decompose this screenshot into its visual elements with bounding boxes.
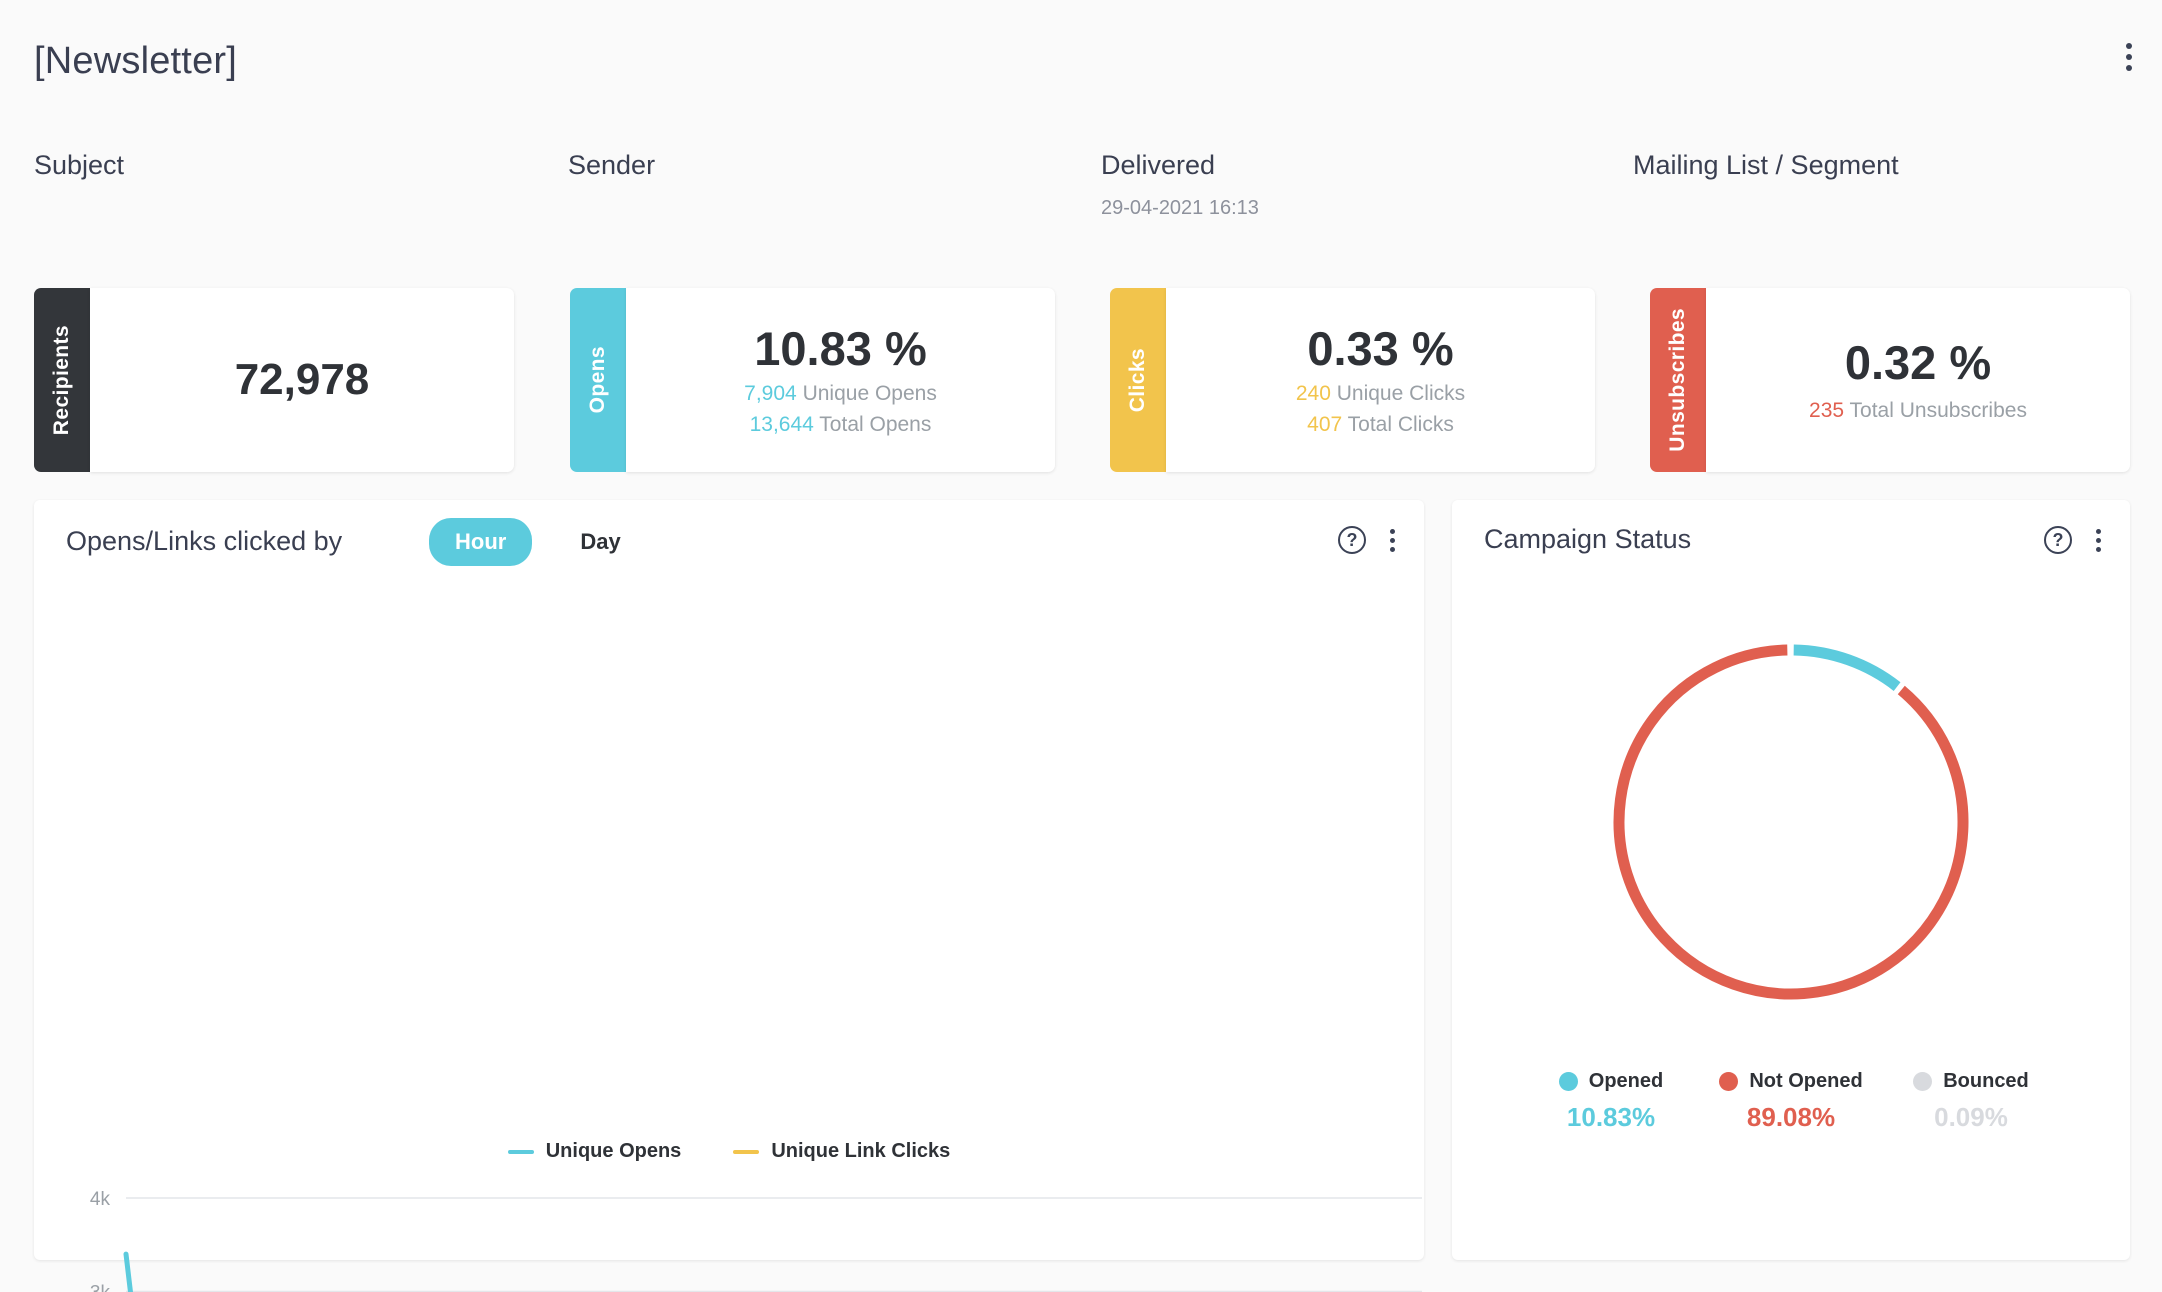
status-dot-opened xyxy=(1558,1072,1578,1091)
kpi-body-clicks: 0.33 % 240 Unique Clicks 407 Total Click… xyxy=(1166,288,1595,472)
chart-panel-header: Opens/Links clicked by Hour Day ? xyxy=(34,500,1424,586)
campaign-report-page: [Newsletter] Subject Sender Delivered 29… xyxy=(0,0,2162,1292)
status-label-bounced: Bounced xyxy=(1943,1070,2029,1092)
legend-swatch-unique-opens xyxy=(507,1149,534,1154)
status-value-bounced: 0.09% xyxy=(1934,1102,2008,1132)
kpi-sub-total-opens: 13,644 Total Opens xyxy=(750,413,932,437)
kpi-sub-unique-clicks-text: Unique Clicks xyxy=(1330,382,1466,406)
chart-panel-title: Opens/Links clicked by xyxy=(66,526,343,556)
kpi-value-recipients: 72,978 xyxy=(234,355,370,405)
page-menu-kebab-icon[interactable] xyxy=(2114,40,2144,74)
kpi-card-unsubscribes: Unsubscribes 0.32 % 235 Total Unsubscrib… xyxy=(1650,288,2130,472)
kpi-body-unsubscribes: 0.32 % 235 Total Unsubscribes xyxy=(1706,288,2130,472)
page-title: [Newsletter] xyxy=(34,40,238,82)
kpi-value-unsubscribes: 0.32 % xyxy=(1844,336,1992,390)
svg-text:3k: 3k xyxy=(90,1283,111,1292)
meta-sender: Sender xyxy=(568,150,655,197)
campaign-status-donut-wrap xyxy=(1452,612,2130,1032)
kpi-tab-clicks: Clicks xyxy=(1110,288,1166,472)
legend-label-unique-link-clicks: Unique Link Clicks xyxy=(771,1140,951,1162)
meta-mailing-list: Mailing List / Segment xyxy=(1633,150,1899,197)
kpi-body-recipients: 72,978 xyxy=(90,288,514,472)
toggle-option-day[interactable]: Day xyxy=(554,518,646,566)
campaign-status-panel: Campaign Status ? Opened 10.83% Not Open… xyxy=(1452,500,2130,1260)
meta-mailing-list-label: Mailing List / Segment xyxy=(1633,150,1899,180)
line-chart-legend: Unique Opens Unique Link Clicks xyxy=(34,1140,1424,1163)
kpi-sub-total-clicks-text: Total Clicks xyxy=(1342,413,1454,437)
status-label-not-opened: Not Opened xyxy=(1749,1070,1863,1092)
meta-sender-label: Sender xyxy=(568,150,656,180)
kpi-body-opens: 10.83 % 7,904 Unique Opens 13,644 Total … xyxy=(626,288,1055,472)
question-mark-circle-icon[interactable]: ? xyxy=(1338,526,1366,554)
kpi-sub-unique-clicks-number: 240 xyxy=(1295,382,1331,406)
kpi-sub-total-opens-text: Total Opens xyxy=(813,413,932,437)
kpi-tab-label-unsubscribes: Unsubscribes xyxy=(1666,308,1689,452)
kpi-tab-opens: Opens xyxy=(570,288,626,472)
opens-clicks-chart-panel: Opens/Links clicked by Hour Day ? Unique… xyxy=(34,500,1424,1292)
chart-panel-kebab-menu-icon[interactable] xyxy=(1382,526,1402,554)
status-legend-item-opened[interactable]: Opened 10.83% xyxy=(1536,1070,1686,1133)
kpi-card-recipients: Recipients 72,978 xyxy=(34,288,514,472)
kpi-tab-label-recipients: Recipients xyxy=(50,324,73,436)
legend-item-unique-link-clicks[interactable]: Unique Link Clicks xyxy=(733,1140,950,1163)
status-legend-item-bounced[interactable]: Bounced 0.09% xyxy=(1896,1070,2046,1133)
kpi-value-clicks: 0.33 % xyxy=(1307,321,1454,375)
kpi-tab-recipients: Recipients xyxy=(34,288,90,472)
question-mark-circle-icon[interactable]: ? xyxy=(2044,526,2072,554)
kpi-card-row: Recipients 72,978 Opens 10.83 % 7,904 Un… xyxy=(0,288,2162,478)
campaign-meta-row: Subject Sender Delivered 29-04-2021 16:1… xyxy=(0,150,2162,230)
kpi-sub-unique-opens-number: 7,904 xyxy=(744,382,797,406)
legend-swatch-unique-link-clicks xyxy=(733,1149,760,1154)
kpi-tab-label-opens: Opens xyxy=(586,346,609,414)
legend-label-unique-opens: Unique Opens xyxy=(545,1140,682,1162)
status-legend-item-not-opened[interactable]: Not Opened 89.08% xyxy=(1716,1070,1866,1133)
status-panel-title: Campaign Status xyxy=(1484,524,1692,554)
kpi-value-opens: 10.83 % xyxy=(754,321,927,375)
meta-delivered-value: 29-04-2021 16:13 xyxy=(1101,197,1259,219)
status-panel-tools: ? xyxy=(2044,526,2108,554)
kpi-sub-unique-clicks: 240 Unique Clicks xyxy=(1296,382,1465,406)
campaign-status-donut-chart[interactable] xyxy=(1591,622,1991,1022)
status-value-opened: 10.83% xyxy=(1566,1102,1656,1132)
status-panel-header: Campaign Status ? xyxy=(1452,500,2130,586)
kpi-sub-unique-opens: 7,904 Unique Opens xyxy=(744,382,937,406)
status-dot-bounced xyxy=(1913,1072,1933,1091)
kpi-sub-total-unsubscribes-text: Total Unsubscribes xyxy=(1844,398,2027,422)
kpi-card-opens: Opens 10.83 % 7,904 Unique Opens 13,644 … xyxy=(570,288,1055,472)
legend-item-unique-opens[interactable]: Unique Opens xyxy=(507,1140,682,1163)
meta-subject-label: Subject xyxy=(34,150,125,180)
kpi-sub-total-unsubscribes: 235 Total Unsubscribes xyxy=(1809,399,2027,423)
chart-panel-tools: ? xyxy=(1338,526,1402,554)
status-label-opened: Opened xyxy=(1588,1070,1664,1092)
kpi-sub-total-unsubscribes-number: 235 xyxy=(1809,398,1845,422)
kpi-card-clicks: Clicks 0.33 % 240 Unique Clicks 407 Tota… xyxy=(1110,288,1595,472)
kpi-sub-total-clicks-number: 407 xyxy=(1307,413,1343,437)
campaign-status-legend: Opened 10.83% Not Opened 89.08% Bounced … xyxy=(1452,1070,2130,1133)
time-granularity-toggle: Hour Day xyxy=(429,518,647,566)
meta-delivered-label: Delivered xyxy=(1101,150,1216,180)
toggle-option-hour[interactable]: Hour xyxy=(429,518,533,566)
status-dot-not-opened xyxy=(1719,1072,1739,1091)
svg-text:4k: 4k xyxy=(90,1189,111,1210)
meta-subject: Subject xyxy=(34,150,124,197)
kpi-tab-unsubscribes: Unsubscribes xyxy=(1650,288,1706,472)
kpi-sub-total-opens-number: 13,644 xyxy=(749,413,814,437)
kpi-tab-label-clicks: Clicks xyxy=(1126,347,1149,413)
kpi-sub-total-clicks: 407 Total Clicks xyxy=(1307,413,1454,437)
status-value-not-opened: 89.08% xyxy=(1746,1102,1836,1132)
line-chart-canvas[interactable]: 01k2k3k4k16:0030. Apr08:0016:001. May08:… xyxy=(34,1180,1424,1292)
meta-delivered: Delivered 29-04-2021 16:13 xyxy=(1101,150,1259,220)
status-panel-kebab-menu-icon[interactable] xyxy=(2088,526,2108,554)
kpi-sub-unique-opens-text: Unique Opens xyxy=(796,382,937,406)
